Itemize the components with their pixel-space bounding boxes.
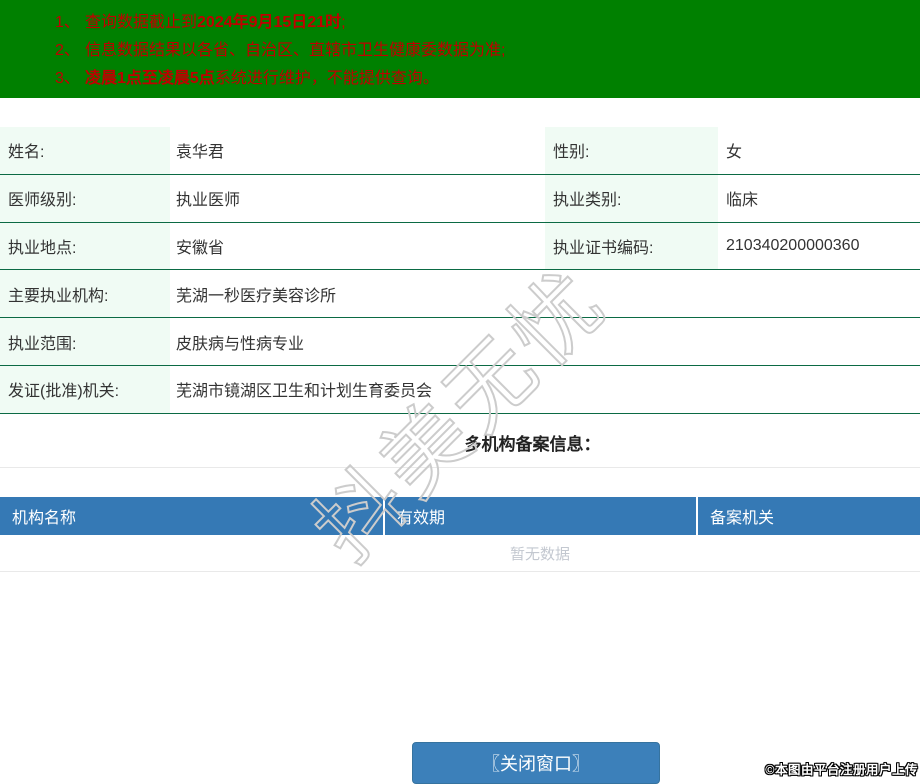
notice-text: 查询数据截止到2024年9月15日21时;	[85, 14, 346, 31]
notice-number: 3、	[55, 70, 80, 87]
field-label-license-number: 执业证书编码:	[545, 222, 718, 270]
field-label-issuing-authority: 发证(批准)机关:	[0, 365, 170, 413]
table-row: 姓名: 袁华君 性别: 女	[0, 127, 920, 175]
notice-number: 1、	[55, 14, 80, 31]
field-value-main-institution: 芜湖一秒医疗美容诊所	[176, 287, 337, 305]
field-value-license-number: 210340200000360	[726, 236, 860, 254]
records-table-header: 机构名称 有效期 备案机关	[0, 497, 920, 535]
field-label-name: 姓名:	[0, 127, 170, 174]
notice-text: 信息数据结果以各省、自治区、直辖市卫生健康委数据为准;	[85, 42, 506, 59]
field-value-issuing-authority: 芜湖市镜湖区卫生和计划生育委员会	[176, 383, 433, 401]
table-row: 执业地点: 安徽省 执业证书编码: 210340200000360	[0, 222, 920, 271]
notice-number: 2、	[55, 42, 80, 59]
field-value-doctor-level: 执业医师	[176, 192, 241, 210]
notice-item-1: 1、 查询数据截止到2024年9月15日21时;	[0, 9, 920, 37]
column-header-record-authority: 备案机关	[696, 497, 920, 535]
table-row: 执业范围: 皮肤病与性病专业	[0, 318, 920, 366]
field-value-practice-category: 临床	[726, 192, 759, 210]
table-row: 医师级别: 执业医师 执业类别: 临床	[0, 174, 920, 223]
close-window-button[interactable]: 〖关闭窗口〗	[412, 742, 660, 784]
doctor-info-table: 姓名: 袁华君 性别: 女 医师级别: 执业医师 执业类别: 临床 执业地点: …	[0, 127, 920, 414]
column-header-validity-period: 有效期	[383, 497, 696, 535]
empty-data-row: 暂无数据	[0, 535, 920, 572]
field-label-practice-category: 执业类别:	[545, 174, 718, 222]
column-header-institution-name: 机构名称	[12, 510, 77, 527]
upload-stamp-text: ©本图由平台注册用户上传	[765, 763, 918, 777]
empty-data-text: 暂无数据	[509, 545, 570, 563]
table-row: 主要执业机构: 芜湖一秒医疗美容诊所	[0, 270, 920, 319]
field-value-gender: 女	[726, 144, 743, 162]
table-row: 发证(批准)机关: 芜湖市镜湖区卫生和计划生育委员会	[0, 365, 920, 414]
field-label-doctor-level: 医师级别:	[0, 174, 170, 222]
notice-item-3: 3、 凌晨1点至凌晨5点系统进行维护，不能提供查询。	[0, 65, 920, 93]
field-label-gender: 性别:	[545, 127, 718, 174]
field-label-main-institution: 主要执业机构:	[0, 270, 170, 318]
field-label-practice-location: 执业地点:	[0, 222, 170, 270]
field-value-practice-location: 安徽省	[176, 239, 225, 257]
field-value-name: 袁华君	[176, 144, 225, 162]
notice-banner: 1、 查询数据截止到2024年9月15日21时; 2、 信息数据结果以各省、自治…	[0, 0, 920, 98]
notice-text: 凌晨1点至凌晨5点系统进行维护，不能提供查询。	[85, 70, 439, 87]
records-section-heading: 多机构备案信息：	[0, 417, 920, 468]
field-label-practice-scope: 执业范围:	[0, 318, 170, 365]
field-value-practice-scope: 皮肤病与性病专业	[176, 335, 305, 353]
notice-item-2: 2、 信息数据结果以各省、自治区、直辖市卫生健康委数据为准;	[0, 37, 920, 65]
